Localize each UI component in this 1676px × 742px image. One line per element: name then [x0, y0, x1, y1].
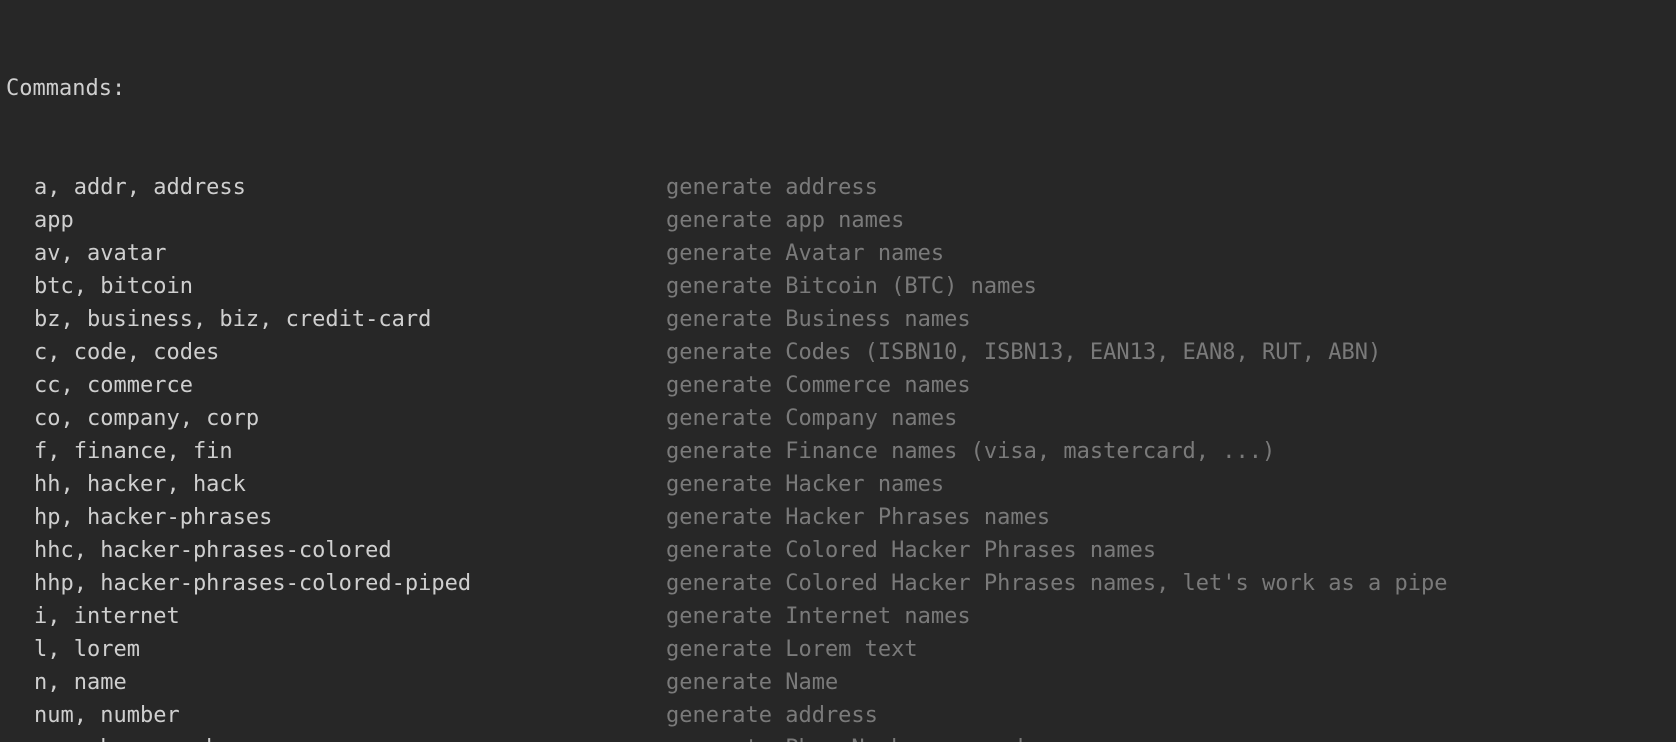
command-row: hp, hacker-phrasesgenerate Hacker Phrase…: [6, 501, 1670, 534]
command-description: generate PhoneNumber record: [666, 732, 1024, 742]
command-description: generate Codes (ISBN10, ISBN13, EAN13, E…: [666, 336, 1381, 369]
command-row: cc, commercegenerate Commerce names: [6, 369, 1670, 402]
command-aliases: i, internet: [6, 600, 666, 633]
command-aliases: num, number: [6, 699, 666, 732]
command-aliases: hhc, hacker-phrases-colored: [6, 534, 666, 567]
command-aliases: btc, bitcoin: [6, 270, 666, 303]
command-aliases: hp, hacker-phrases: [6, 501, 666, 534]
command-row: i, internetgenerate Internet names: [6, 600, 1670, 633]
command-aliases: f, finance, fin: [6, 435, 666, 468]
command-aliases: av, avatar: [6, 237, 666, 270]
command-description: generate Bitcoin (BTC) names: [666, 270, 1037, 303]
command-row: hhc, hacker-phrases-coloredgenerate Colo…: [6, 534, 1670, 567]
command-description: generate app names: [666, 204, 904, 237]
command-row: bz, business, biz, credit-cardgenerate B…: [6, 303, 1670, 336]
command-row: l, loremgenerate Lorem text: [6, 633, 1670, 666]
command-aliases: n, name: [6, 666, 666, 699]
command-aliases: bz, business, biz, credit-card: [6, 303, 666, 336]
command-row: hhp, hacker-phrases-colored-pipedgenerat…: [6, 567, 1670, 600]
command-row: pn, phone-numbergenerate PhoneNumber rec…: [6, 732, 1670, 742]
command-row: av, avatargenerate Avatar names: [6, 237, 1670, 270]
terminal-output: Commands: a, addr, addressgenerate addre…: [0, 0, 1676, 742]
command-description: generate Lorem text: [666, 633, 918, 666]
command-row: num, numbergenerate address: [6, 699, 1670, 732]
command-aliases: co, company, corp: [6, 402, 666, 435]
command-row: a, addr, addressgenerate address: [6, 171, 1670, 204]
command-description: generate Business names: [666, 303, 971, 336]
command-aliases: c, code, codes: [6, 336, 666, 369]
command-description: generate Company names: [666, 402, 957, 435]
command-description: generate Name: [666, 666, 838, 699]
command-description: generate address: [666, 171, 878, 204]
command-aliases: cc, commerce: [6, 369, 666, 402]
command-row: c, code, codesgenerate Codes (ISBN10, IS…: [6, 336, 1670, 369]
commands-header: Commands:: [6, 72, 1670, 105]
command-description: generate Colored Hacker Phrases names: [666, 534, 1156, 567]
command-row: n, namegenerate Name: [6, 666, 1670, 699]
command-row: co, company, corpgenerate Company names: [6, 402, 1670, 435]
command-row: appgenerate app names: [6, 204, 1670, 237]
command-row: btc, bitcoingenerate Bitcoin (BTC) names: [6, 270, 1670, 303]
command-aliases: pn, phone-number: [6, 732, 666, 742]
command-description: generate address: [666, 699, 878, 732]
command-description: generate Commerce names: [666, 369, 971, 402]
command-aliases: hh, hacker, hack: [6, 468, 666, 501]
command-description: generate Hacker names: [666, 468, 944, 501]
command-description: generate Avatar names: [666, 237, 944, 270]
command-row: f, finance, fingenerate Finance names (v…: [6, 435, 1670, 468]
command-description: generate Finance names (visa, mastercard…: [666, 435, 1275, 468]
command-aliases: app: [6, 204, 666, 237]
command-description: generate Hacker Phrases names: [666, 501, 1050, 534]
command-aliases: l, lorem: [6, 633, 666, 666]
command-aliases: a, addr, address: [6, 171, 666, 204]
commands-list: a, addr, addressgenerate addressappgener…: [6, 171, 1670, 742]
command-description: generate Colored Hacker Phrases names, l…: [666, 567, 1447, 600]
command-aliases: hhp, hacker-phrases-colored-piped: [6, 567, 666, 600]
command-description: generate Internet names: [666, 600, 971, 633]
command-row: hh, hacker, hackgenerate Hacker names: [6, 468, 1670, 501]
